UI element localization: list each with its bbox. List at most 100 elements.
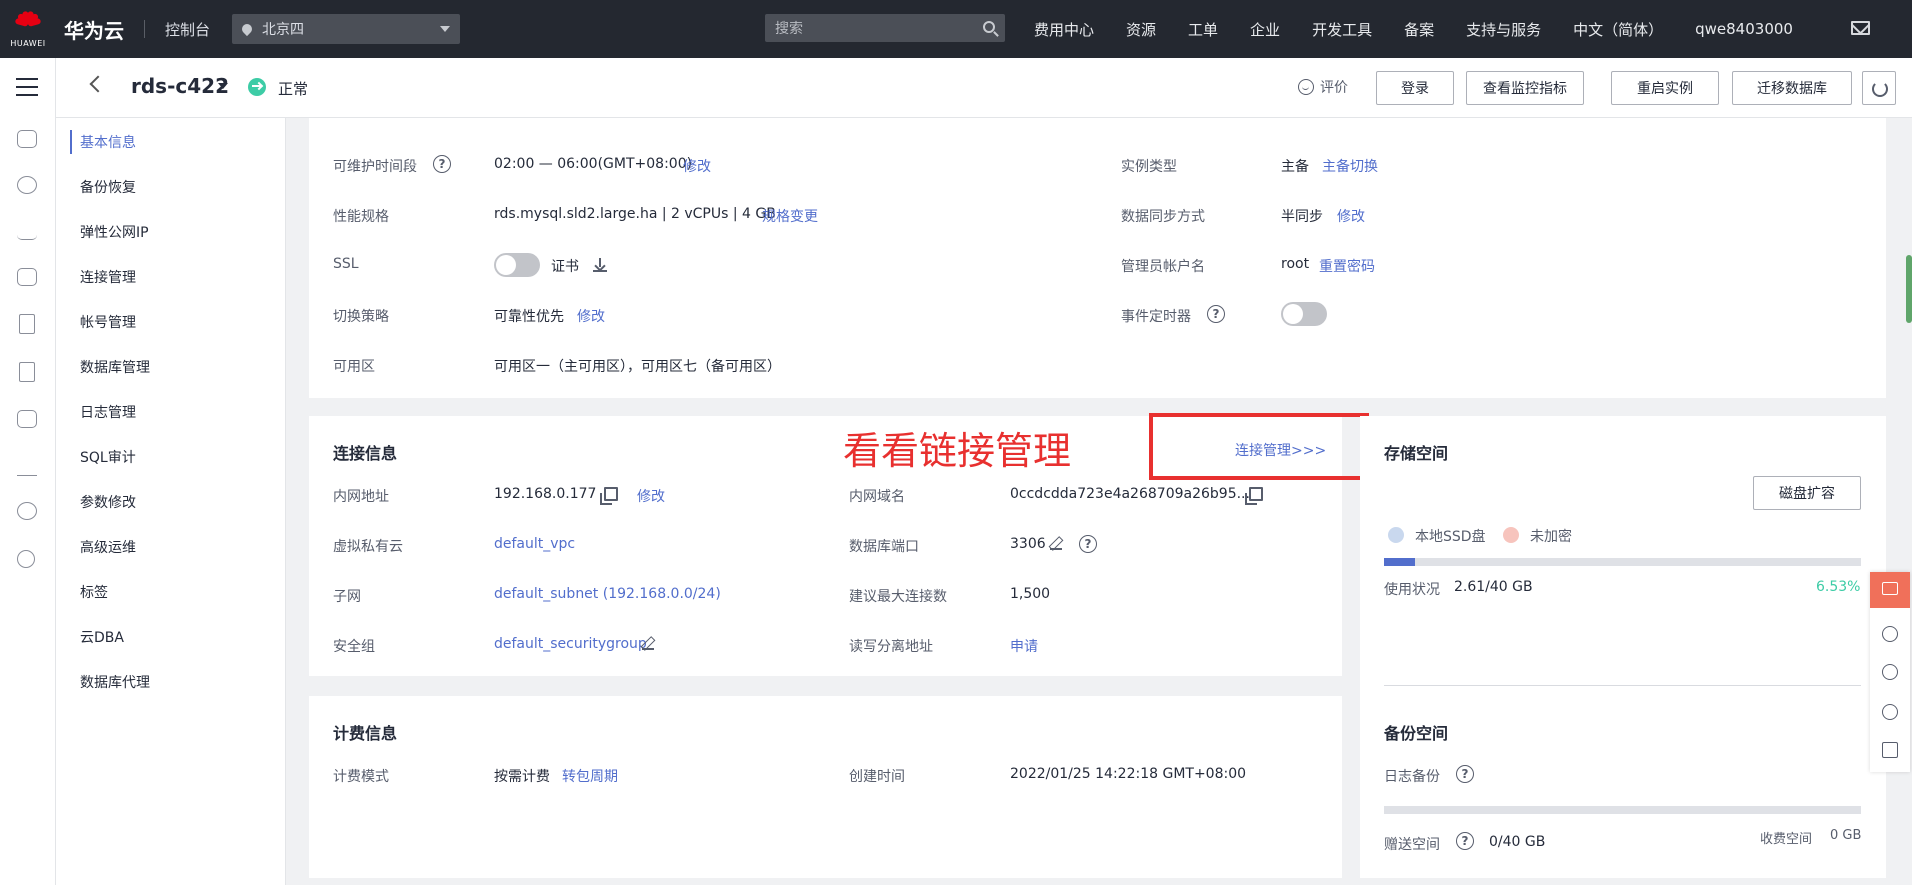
console-link[interactable]: 控制台 [165, 19, 210, 40]
reboot-instance-button[interactable]: 重启实例 [1611, 71, 1719, 105]
switch-strategy-value: 可靠性优先 [494, 309, 564, 325]
ip-icon[interactable] [17, 550, 35, 568]
switch-strategy-edit-link[interactable]: 修改 [577, 306, 605, 326]
feedback-smile-icon[interactable] [1882, 626, 1898, 642]
backup-space-title: 备份空间 [1384, 724, 1449, 743]
subnav-item-db-proxy[interactable]: 数据库代理 [80, 672, 150, 692]
az-value: 可用区一（主可用区），可用区七（备可用区） [494, 359, 781, 375]
chat-button[interactable] [1870, 572, 1910, 608]
cloud-db-icon[interactable] [17, 268, 37, 286]
edit-pencil-icon[interactable] [1050, 538, 1062, 550]
huawei-logo[interactable]: HUAWEI [0, 0, 56, 58]
spec-change-link[interactable]: 规格变更 [762, 206, 818, 226]
event-scheduler-toggle[interactable] [1281, 302, 1327, 326]
subnav-item-sql-audit[interactable]: SQL审计 [80, 447, 136, 467]
brand-name[interactable]: 华为云 [64, 15, 124, 44]
max-conn-label: 建议最大连接数 [849, 589, 947, 605]
view-metrics-button[interactable]: 查看监控指标 [1466, 71, 1584, 105]
migrate-db-button[interactable]: 迁移数据库 [1732, 71, 1852, 105]
nav-resources[interactable]: 资源 [1126, 19, 1156, 40]
copy-icon[interactable] [1245, 487, 1263, 505]
subnav-item-cloud-dba[interactable]: 云DBA [80, 627, 124, 647]
instance-dropdown-icon[interactable] [218, 83, 228, 89]
security-group-link[interactable]: default_securitygroup [494, 636, 647, 652]
network-icon[interactable] [17, 176, 37, 194]
billing-mode-value: 按需计费 [494, 769, 550, 785]
help-icon[interactable]: ? [433, 155, 451, 173]
login-button[interactable]: 登录 [1376, 71, 1454, 105]
rate-label: 评价 [1320, 80, 1348, 96]
location-pin-icon [239, 21, 255, 37]
edit-pencil-icon[interactable] [642, 638, 654, 650]
maint-window-edit-link[interactable]: 修改 [683, 156, 711, 176]
hamburger-menu-icon[interactable] [16, 78, 38, 80]
region-selector[interactable]: 北京四 [232, 14, 461, 44]
copy-icon[interactable] [600, 487, 618, 505]
help-icon[interactable]: ? [1079, 535, 1097, 553]
nav-billing-center[interactable]: 费用中心 [1034, 19, 1094, 40]
rate-button[interactable]: 评价 [1298, 77, 1348, 97]
nav-username[interactable]: qwe8403000 [1695, 20, 1793, 38]
rw-split-apply-link[interactable]: 申请 [1010, 636, 1038, 656]
failover-link[interactable]: 主备切换 [1322, 156, 1378, 176]
billing-mode-label: 计费模式 [333, 769, 389, 785]
cloud-icon-2[interactable] [17, 410, 37, 428]
help-icon[interactable]: ? [1456, 832, 1474, 850]
search-input[interactable]: 搜索 [765, 14, 1005, 42]
storage-icon[interactable] [19, 362, 35, 382]
subnav-item-databases[interactable]: 数据库管理 [80, 357, 150, 377]
storage-card: 存储空间 磁盘扩容 本地SSD盘 未加密 使用状况 2.61/40 GB 6.5… [1360, 416, 1886, 878]
security-group-label: 安全组 [333, 639, 375, 655]
subnav-item-tags[interactable]: 标签 [80, 582, 108, 602]
nav-icp[interactable]: 备案 [1404, 19, 1434, 40]
az-label: 可用区 [333, 359, 375, 375]
sync-mode-edit-link[interactable]: 修改 [1337, 206, 1365, 226]
help-icon[interactable]: ? [1456, 765, 1474, 783]
subnav-item-backup[interactable]: 备份恢复 [80, 177, 136, 197]
search-icon[interactable] [983, 21, 995, 33]
convert-to-yearly-link[interactable]: 转包周期 [562, 766, 618, 786]
globe-icon[interactable] [17, 502, 37, 520]
scroll-indicator[interactable] [1906, 255, 1912, 323]
ssl-toggle[interactable] [494, 253, 540, 277]
smile-icon [1298, 79, 1314, 95]
subnav-item-eip[interactable]: 弹性公网IP [80, 222, 149, 242]
notes-icon[interactable] [1882, 742, 1898, 758]
nav-support[interactable]: 支持与服务 [1466, 19, 1541, 40]
search-placeholder: 搜索 [775, 21, 803, 37]
storage-title: 存储空间 [1384, 444, 1449, 463]
nav-language[interactable]: 中文（简体） [1573, 19, 1663, 40]
refresh-icon[interactable] [1862, 71, 1896, 105]
nav-enterprise[interactable]: 企业 [1250, 19, 1280, 40]
help-icon[interactable] [1882, 704, 1898, 720]
cloud-icon[interactable] [17, 130, 37, 148]
free-space-label: 赠送空间 [1384, 837, 1440, 853]
divider [1384, 685, 1861, 686]
backup-usage-bar [1384, 806, 1861, 814]
download-icon[interactable] [593, 258, 607, 272]
expand-disk-button[interactable]: 磁盘扩容 [1753, 476, 1861, 510]
connection-info-title: 连接信息 [333, 444, 398, 463]
subnav-item-accounts[interactable]: 帐号管理 [80, 312, 136, 332]
subnav-item-params[interactable]: 参数修改 [80, 492, 136, 512]
reset-password-link[interactable]: 重置密码 [1319, 256, 1375, 276]
device-icon[interactable] [19, 314, 35, 334]
wave-icon[interactable] [17, 222, 37, 240]
help-icon[interactable]: ? [1207, 305, 1225, 323]
mail-icon[interactable] [1851, 21, 1870, 35]
nav-tickets[interactable]: 工单 [1188, 19, 1218, 40]
vpc-label: 虚拟私有云 [333, 539, 403, 555]
subnet-link[interactable]: default_subnet (192.168.0.0/24) [494, 586, 721, 602]
nav-dev-tools[interactable]: 开发工具 [1312, 19, 1372, 40]
private-ip-edit-link[interactable]: 修改 [637, 486, 665, 506]
support-agent-icon[interactable] [1882, 664, 1898, 680]
subnav-item-basic-info[interactable]: 基本信息 [80, 132, 136, 152]
vpc-link[interactable]: default_vpc [494, 536, 575, 552]
service-rail [0, 58, 56, 885]
back-arrow-icon[interactable] [89, 75, 107, 93]
ssd-legend-label: 本地SSD盘 [1415, 529, 1486, 545]
subnav-item-advanced-ops[interactable]: 高级运维 [80, 537, 136, 557]
subnav-item-logs[interactable]: 日志管理 [80, 402, 136, 422]
anchor-icon[interactable] [17, 458, 37, 476]
subnav-item-connection[interactable]: 连接管理 [80, 267, 136, 287]
